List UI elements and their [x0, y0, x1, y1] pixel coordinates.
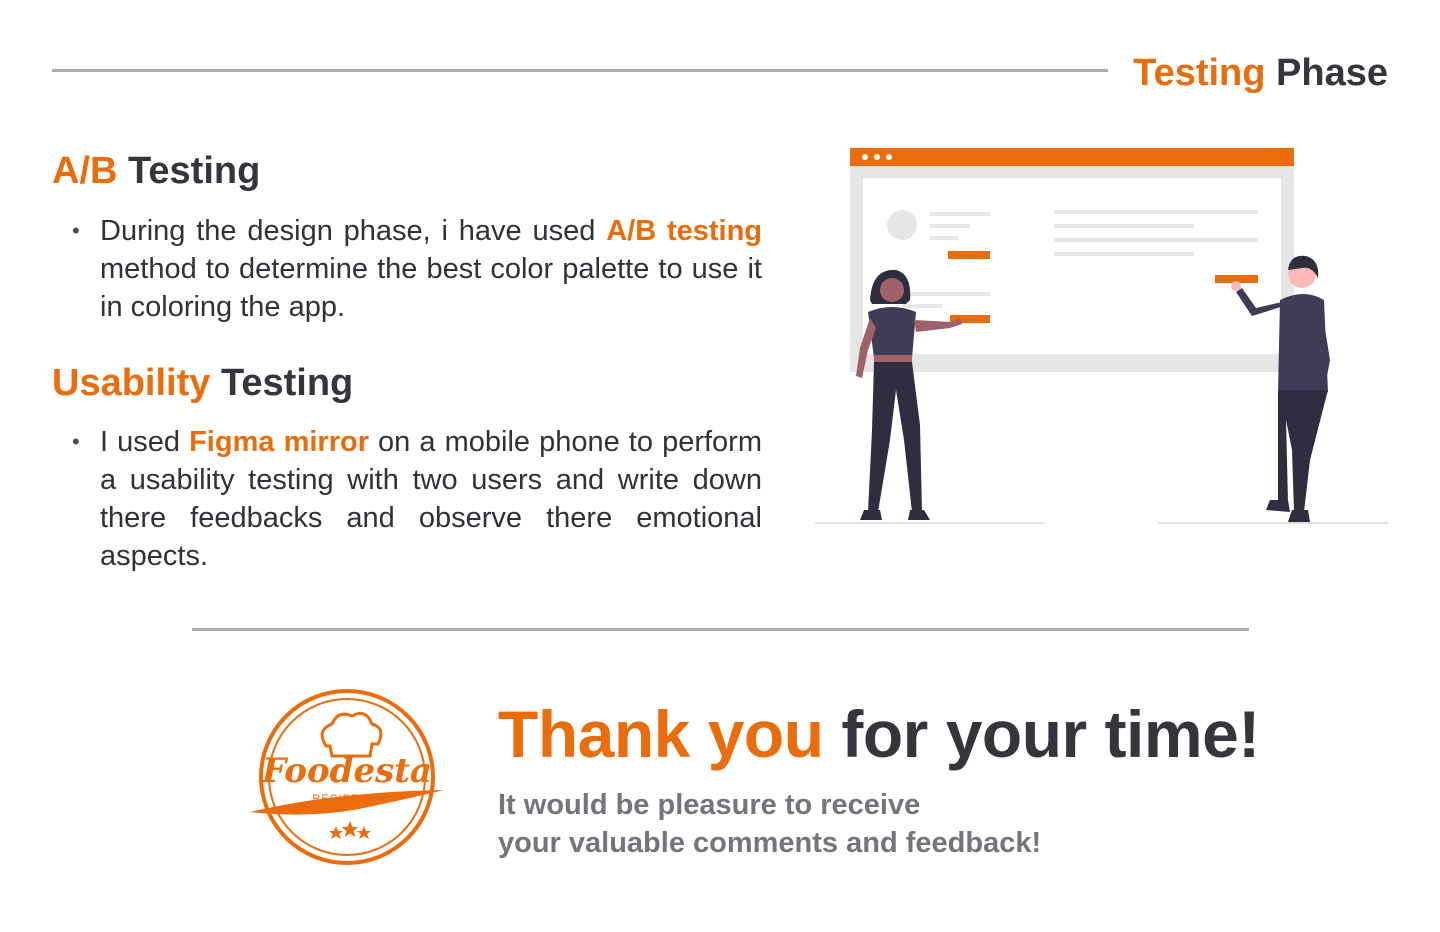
usability-bullet-text-start: I used	[100, 426, 190, 458]
page-title-rest: Phase	[1276, 52, 1388, 94]
page-title: Testing Phase	[1133, 52, 1388, 95]
page-title-accent: Testing	[1133, 52, 1266, 94]
floor-line-left	[815, 522, 1045, 524]
usability-heading-rest: Testing	[220, 362, 354, 404]
usability-testing-bullet: I used Figma mirror on a mobile phone to…	[72, 423, 762, 575]
star-icon	[341, 821, 359, 837]
usability-testing-heading: Usability Testing	[52, 362, 353, 405]
feedback-line-2: your valuable comments and feedback!	[498, 827, 1042, 859]
foodesta-logo: Foodesta RECIPES	[250, 689, 444, 865]
star-icon	[357, 826, 371, 839]
ab-bullet-text-end: method to determine the best color palet…	[100, 253, 762, 323]
thank-you-rest: for your time!	[841, 697, 1260, 771]
ab-testing-heading: A/B Testing	[52, 150, 260, 193]
floor-line-right	[1158, 522, 1388, 524]
ab-heading-rest: Testing	[128, 150, 261, 192]
ab-bullet-highlight: A/B testing	[606, 215, 763, 247]
bottom-divider	[192, 628, 1249, 631]
chef-hat-icon	[320, 711, 383, 758]
ab-heading-accent: A/B	[52, 150, 118, 192]
star-icon	[329, 826, 343, 839]
ab-testing-bullet: During the design phase, i have used A/B…	[72, 212, 763, 326]
logo-brand-text: Foodesta	[261, 751, 432, 791]
feedback-line-1: It would be pleasure to receive	[498, 789, 921, 821]
presentation-board-illustration	[815, 148, 1388, 524]
ab-bullet-text-start: During the design phase, i have used	[100, 215, 607, 247]
top-divider	[52, 69, 1108, 72]
usability-heading-accent: Usability	[52, 362, 211, 404]
whiteboard	[850, 148, 1294, 372]
thank-you-accent: Thank you	[498, 697, 824, 771]
usability-bullet-highlight: Figma mirror	[189, 426, 369, 458]
thank-you-heading: Thank you for your time!	[498, 696, 1260, 772]
